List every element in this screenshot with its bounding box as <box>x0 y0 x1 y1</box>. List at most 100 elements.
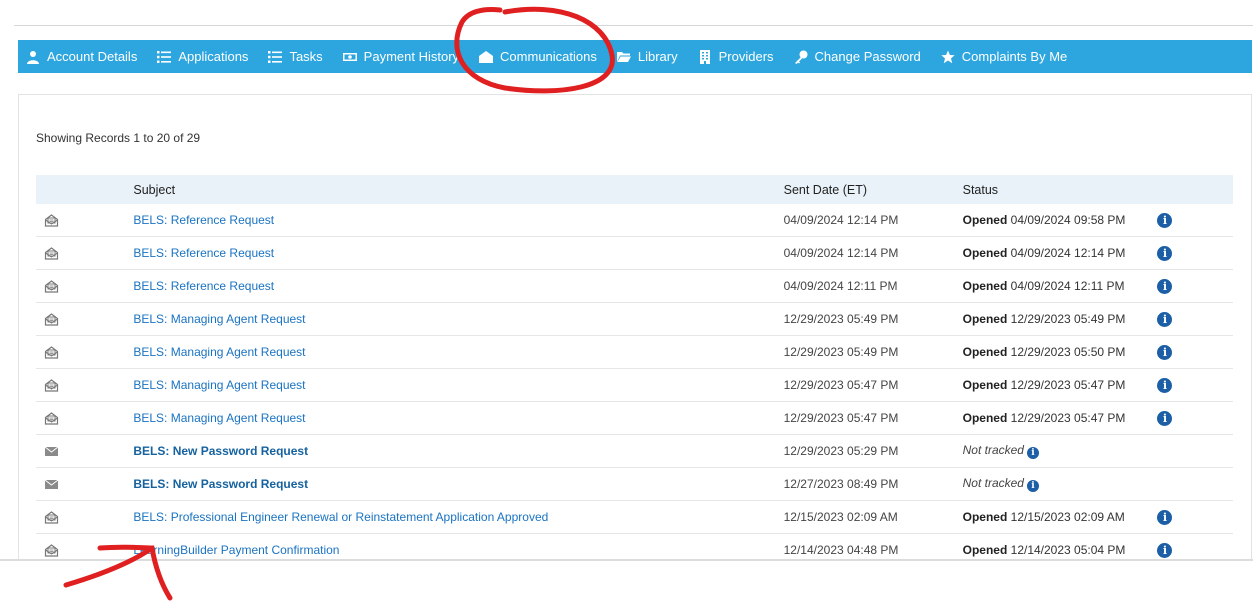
sent-date-cell: 12/29/2023 05:49 PM <box>783 335 963 369</box>
table-row: BELS: Professional Engineer Renewal or R… <box>36 500 1233 534</box>
header-info-col <box>1157 175 1233 204</box>
sent-date-cell: 04/09/2024 12:14 PM <box>783 213 899 227</box>
status-label: Opened <box>962 345 1008 359</box>
nav-item-complaints-by-me[interactable]: Complaints By Me <box>941 49 1067 64</box>
nav-item-label: Change Password <box>814 49 921 64</box>
subject-link[interactable]: BELS: Reference Request <box>133 246 274 260</box>
nav-item-account-details[interactable]: Account Details <box>26 49 137 64</box>
opened-envelope-icon <box>44 246 133 261</box>
opened-envelope-icon <box>44 312 133 327</box>
opened-envelope-icon <box>44 378 133 393</box>
opened-envelope-icon <box>44 543 133 558</box>
info-icon[interactable]: i <box>1157 311 1173 327</box>
status-cell: Opened 12/29/2023 05:49 PM <box>962 302 1158 336</box>
money-icon <box>342 50 364 64</box>
status-date: 04/09/2024 12:14 PM <box>1010 246 1126 260</box>
status-label: Opened <box>962 543 1008 557</box>
nav-item-communications[interactable]: Communications <box>479 49 597 64</box>
nav-item-tasks[interactable]: Tasks <box>268 49 323 64</box>
status-cell: Opened 04/09/2024 12:14 PM <box>962 236 1158 270</box>
sent-date-cell: 12/29/2023 05:47 PM <box>783 401 963 435</box>
info-icon[interactable]: i <box>1157 542 1173 558</box>
opened-envelope-icon <box>44 411 133 426</box>
table-row: BELS: Managing Agent Request 12/29/2023 0… <box>36 401 1233 435</box>
nav-item-providers[interactable]: Providers <box>698 49 774 64</box>
row-icon-cell <box>36 401 134 435</box>
row-icon-cell <box>36 335 134 369</box>
info-icon[interactable]: i <box>1157 245 1173 261</box>
nav-item-change-password[interactable]: Change Password <box>794 49 921 64</box>
sent-date-cell: 12/29/2023 05:49 PM <box>783 302 963 336</box>
nav-item-label: Tasks <box>289 49 323 64</box>
status-date: 12/29/2023 05:50 PM <box>1010 345 1126 359</box>
subject-cell: BELS: New Password Request <box>133 434 784 468</box>
envelope-open-icon <box>479 50 500 64</box>
info-icon[interactable]: i <box>1026 447 1039 459</box>
info-cell <box>1157 467 1233 501</box>
info-cell <box>1157 434 1233 468</box>
sent-date-cell: 04/09/2024 12:14 PM <box>783 236 963 270</box>
closed-envelope-icon <box>44 444 133 459</box>
status-cell: Opened 12/29/2023 05:50 PM <box>962 335 1158 369</box>
opened-envelope-icon <box>44 345 133 360</box>
info-cell: i <box>1157 368 1233 402</box>
row-icon-cell <box>36 269 134 303</box>
table-row: BELS: New Password Request 12/27/2023 08:… <box>36 467 1233 501</box>
subject-link[interactable]: BELS: Reference Request <box>133 213 274 227</box>
row-icon-cell <box>36 533 134 566</box>
info-cell: i <box>1157 204 1233 237</box>
closed-envelope-icon <box>44 477 133 492</box>
info-cell: i <box>1157 269 1233 303</box>
header-subject[interactable]: Subject <box>133 175 783 204</box>
folder-icon <box>616 50 638 64</box>
nav-item-label: Payment History <box>363 49 460 64</box>
top-divider <box>14 25 1253 26</box>
nav-item-label: Complaints By Me <box>961 49 1068 64</box>
user-icon <box>26 50 47 64</box>
info-icon[interactable]: i <box>1157 509 1173 525</box>
subject-cell: BELS: Managing Agent Request <box>133 335 784 369</box>
row-icon-cell <box>36 500 134 534</box>
status-label: Opened <box>962 312 1008 326</box>
info-icon[interactable]: i <box>1157 377 1173 393</box>
nav-item-label: Account Details <box>47 49 138 64</box>
table-row: BELS: Managing Agent Request 12/29/2023 0… <box>36 335 1233 369</box>
subject-link[interactable]: BELS: Reference Request <box>133 279 274 293</box>
header-sent-date[interactable]: Sent Date (ET) <box>784 175 963 204</box>
subject-link[interactable]: LearningBuilder Payment Confirmation <box>133 543 339 557</box>
list-icon <box>268 50 289 64</box>
sent-date-cell: 12/29/2023 05:29 PM <box>783 434 963 468</box>
status-label: Opened <box>962 378 1008 392</box>
info-icon[interactable]: i <box>1157 278 1173 294</box>
status-cell: Opened 04/09/2024 12:11 PM <box>962 269 1158 303</box>
subject-link[interactable]: BELS: Managing Agent Request <box>133 345 305 359</box>
info-icon[interactable]: i <box>1157 410 1173 426</box>
info-icon[interactable]: i <box>1026 480 1039 492</box>
nav-item-label: Communications <box>500 49 597 64</box>
subject-cell: BELS: New Password Request <box>133 467 784 501</box>
nav-item-payment-history[interactable]: Payment History <box>342 49 460 64</box>
status-cell: Opened 12/14/2023 05:04 PM <box>962 533 1158 566</box>
subject-cell: BELS: Reference Request <box>133 269 784 303</box>
star-icon <box>941 50 962 64</box>
subject-link[interactable]: BELS: New Password Request <box>133 444 308 458</box>
info-cell: i <box>1157 533 1233 566</box>
nav-item-library[interactable]: Library <box>616 49 678 64</box>
info-icon[interactable]: i <box>1157 212 1173 228</box>
subject-link[interactable]: BELS: Managing Agent Request <box>133 378 305 392</box>
subject-link[interactable]: BELS: Managing Agent Request <box>133 411 305 425</box>
sent-date-cell: 04/09/2024 12:11 PM <box>783 269 963 303</box>
subject-cell: BELS: Reference Request <box>133 204 783 237</box>
row-icon-cell <box>36 302 134 336</box>
info-cell: i <box>1157 500 1233 534</box>
subject-link[interactable]: BELS: Professional Engineer Renewal or R… <box>133 510 548 524</box>
subject-link[interactable]: BELS: New Password Request <box>133 477 308 491</box>
status-label: Opened <box>962 411 1008 425</box>
header-status[interactable]: Status <box>963 175 1158 204</box>
nav-item-applications[interactable]: Applications <box>157 49 248 64</box>
table-row: BELS: Reference Request 04/09/2024 12:11 … <box>36 269 1233 303</box>
list-icon <box>157 50 178 64</box>
info-icon[interactable]: i <box>1157 344 1173 360</box>
subject-link[interactable]: BELS: Managing Agent Request <box>133 312 305 326</box>
status-cell: Opened 04/09/2024 09:58 PM <box>963 204 1158 237</box>
